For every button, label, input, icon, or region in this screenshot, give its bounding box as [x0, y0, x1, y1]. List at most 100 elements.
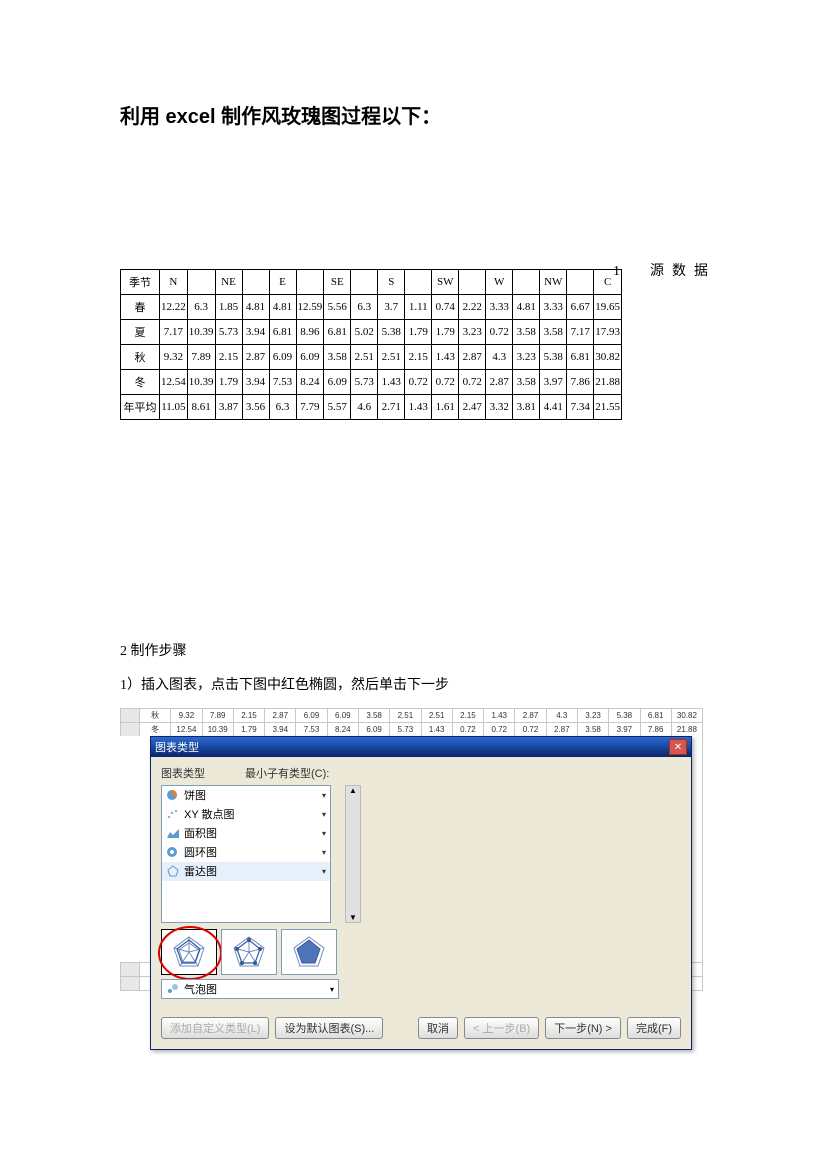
table-cell: 2.51 — [351, 345, 378, 370]
sheet-cell[interactable]: 1.79 — [233, 722, 264, 736]
list-scrollbar[interactable]: ▲ ▼ — [345, 785, 361, 923]
table-cell: 12.54 — [160, 370, 188, 395]
sheet-cell[interactable]: 3.58 — [358, 708, 389, 722]
sheet-cell[interactable]: 0.72 — [514, 722, 545, 736]
sheet-cell[interactable]: 2.87 — [264, 708, 295, 722]
table-cell: 12.22 — [160, 295, 188, 320]
type-doughnut[interactable]: 圆环图 ▾ — [162, 843, 330, 862]
scroll-up-icon[interactable]: ▲ — [349, 786, 357, 795]
step-1-text: 1）插入图表，点击下图中红色椭圆，然后单击下一步 — [120, 674, 726, 694]
chevron-down-icon: ▾ — [322, 848, 326, 857]
chart-type-list[interactable]: 饼图 ▾ XY 散点图 ▾ — [161, 785, 331, 923]
type-area[interactable]: 面积图 ▾ — [162, 824, 330, 843]
table-cell: 5.02 — [351, 320, 378, 345]
table-header-cell: NE — [215, 270, 242, 295]
sheet-cell[interactable]: 3.23 — [577, 708, 608, 722]
table-cell: 5.73 — [215, 320, 242, 345]
table-cell: 3.94 — [242, 370, 269, 395]
sheet-cell[interactable]: 2.15 — [452, 708, 483, 722]
table-cell: 9.32 — [160, 345, 188, 370]
sheet-cell[interactable]: 0.72 — [483, 722, 514, 736]
sheet-cell[interactable]: 2.87 — [546, 722, 577, 736]
sheet-cell[interactable]: 0.72 — [452, 722, 483, 736]
cancel-button[interactable]: 取消 — [418, 1017, 458, 1039]
table-cell: 0.74 — [432, 295, 459, 320]
table-cell: 4.3 — [486, 345, 513, 370]
table-cell: 1.79 — [432, 320, 459, 345]
type-bubble[interactable]: 气泡图 ▾ — [161, 979, 339, 999]
sheet-cell[interactable]: 9.32 — [170, 708, 201, 722]
table-cell: 4.41 — [540, 395, 567, 420]
table-cell: 0.72 — [432, 370, 459, 395]
table-cell: 3.23 — [513, 345, 540, 370]
table-header-cell — [351, 270, 378, 295]
table-cell: 3.81 — [513, 395, 540, 420]
sheet-cell[interactable]: 2.87 — [514, 708, 545, 722]
table-cell: 7.17 — [160, 320, 188, 345]
type-scatter[interactable]: XY 散点图 ▾ — [162, 805, 330, 824]
sheet-cell[interactable]: 秋 — [139, 708, 170, 722]
sheet-cell[interactable]: 21.88 — [671, 722, 702, 736]
table-cell: 6.3 — [269, 395, 296, 420]
table-cell: 7.17 — [567, 320, 594, 345]
radar-subtype-3[interactable] — [281, 929, 337, 975]
next-button[interactable]: 下一步(N) > — [545, 1017, 621, 1039]
sheet-cell[interactable]: 7.86 — [640, 722, 671, 736]
sheet-cell[interactable]: 1.43 — [483, 708, 514, 722]
table-cell: 3.32 — [486, 395, 513, 420]
table-cell: 2.87 — [242, 345, 269, 370]
sheet-cell[interactable]: 2.51 — [389, 708, 420, 722]
table-cell: 3.97 — [540, 370, 567, 395]
scroll-down-icon[interactable]: ▼ — [349, 913, 357, 922]
sheet-cell[interactable]: 2.15 — [233, 708, 264, 722]
close-icon[interactable]: ✕ — [669, 739, 687, 755]
table-cell: 1.79 — [405, 320, 432, 345]
table-cell: 0.72 — [459, 370, 486, 395]
sheet-cell[interactable]: 7.53 — [295, 722, 326, 736]
add-custom-type-button[interactable]: 添加自定义类型(L) — [161, 1017, 269, 1039]
page-title: 利用 excel 制作风玫瑰图过程以下： — [120, 100, 726, 129]
prev-button[interactable]: < 上一步(B) — [464, 1017, 539, 1039]
sheet-cell[interactable] — [120, 976, 139, 990]
sheet-cell[interactable]: 冬 — [139, 722, 170, 736]
chevron-down-icon: ▾ — [330, 985, 334, 994]
sheet-cell[interactable]: 6.09 — [327, 708, 358, 722]
table-cell: 3.33 — [486, 295, 513, 320]
type-pie[interactable]: 饼图 ▾ — [162, 786, 330, 805]
radar-subtype-1[interactable] — [161, 929, 217, 975]
radar-subtype-2[interactable] — [221, 929, 277, 975]
sheet-cell[interactable]: 1.43 — [421, 722, 452, 736]
doughnut-icon — [166, 846, 180, 858]
sheet-cell[interactable]: 2.51 — [421, 708, 452, 722]
sheet-cell[interactable]: 6.09 — [358, 722, 389, 736]
table-cell: 1.43 — [432, 345, 459, 370]
table-cell: 2.15 — [215, 345, 242, 370]
table-cell: 6.09 — [269, 345, 296, 370]
table-cell: 17.93 — [594, 320, 622, 345]
chevron-down-icon: ▾ — [322, 867, 326, 876]
sheet-cell[interactable]: 8.24 — [327, 722, 358, 736]
sheet-cell[interactable]: 6.81 — [640, 708, 671, 722]
table-header-cell: 季节 — [121, 270, 160, 295]
table-cell: 3.7 — [378, 295, 405, 320]
sheet-cell[interactable]: 10.39 — [202, 722, 233, 736]
table-cell: 19.65 — [594, 295, 622, 320]
set-default-chart-button[interactable]: 设为默认图表(S)... — [275, 1017, 383, 1039]
type-radar[interactable]: 雷达图 ▾ — [162, 862, 330, 881]
sheet-cell[interactable]: 7.89 — [202, 708, 233, 722]
sheet-cell[interactable] — [120, 962, 139, 976]
finish-button[interactable]: 完成(F) — [627, 1017, 681, 1039]
table-cell: 2.87 — [459, 345, 486, 370]
sheet-cell[interactable]: 6.09 — [295, 708, 326, 722]
sheet-cell[interactable]: 3.58 — [577, 722, 608, 736]
sheet-cell[interactable]: 3.94 — [264, 722, 295, 736]
sheet-cell[interactable]: 5.73 — [389, 722, 420, 736]
sheet-cell[interactable]: 4.3 — [546, 708, 577, 722]
table-cell: 6.67 — [567, 295, 594, 320]
sheet-cell[interactable]: 30.82 — [671, 708, 702, 722]
table-header-cell: W — [486, 270, 513, 295]
sheet-cell[interactable]: 5.38 — [608, 708, 639, 722]
table-cell: 3.23 — [459, 320, 486, 345]
sheet-cell[interactable]: 3.97 — [608, 722, 639, 736]
sheet-cell[interactable]: 12.54 — [170, 722, 201, 736]
